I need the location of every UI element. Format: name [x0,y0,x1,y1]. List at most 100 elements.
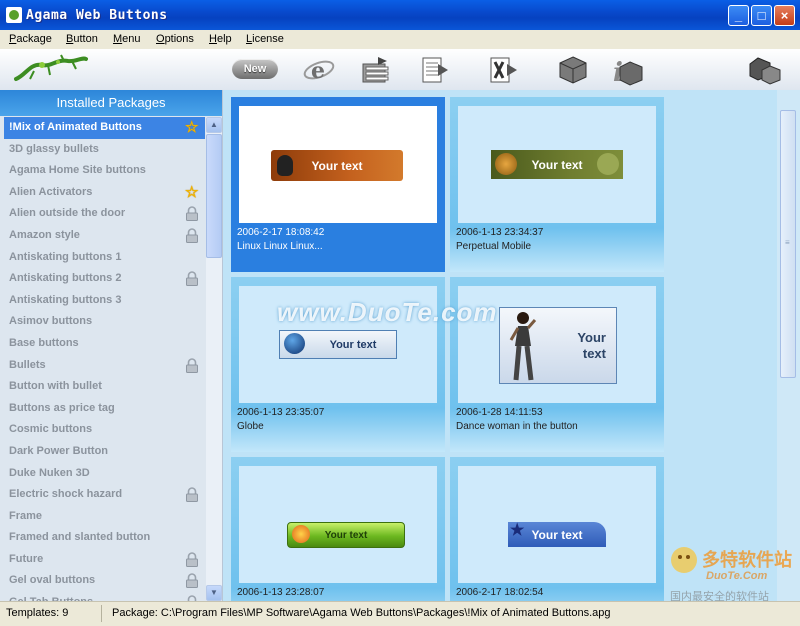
templates-count: Templates: 9 [6,607,69,619]
package-list-scrollbar[interactable]: ▲ ▼ [206,117,222,601]
lock-icon [186,228,198,243]
logo-sub: DuoTe.Com [706,570,768,582]
package-item-label: Asimov buttons [9,315,93,328]
template-card[interactable]: Your text 2006-1-13 23:34:37 Perpetual M… [450,97,664,272]
exit-icon[interactable] [748,54,782,86]
package-item[interactable]: Antiskating buttons 2 [4,268,205,290]
open-folder-icon[interactable] [360,54,394,86]
internet-explorer-icon[interactable]: e [302,54,336,86]
package-item[interactable]: Gel Tab Buttons [4,592,205,601]
package-item-label: Gel oval buttons [9,574,96,587]
menu-license[interactable]: License [246,33,284,45]
package-item[interactable]: Buttons as price tag [4,398,205,420]
template-name: Globe [237,421,264,432]
watermark: www.DuoTe.com [277,297,498,327]
package-item[interactable]: !Mix of Animated Buttons ☆ [4,117,205,139]
package-item-label: Agama Home Site buttons [9,164,146,177]
sample-button: Your text [287,522,405,548]
package-item[interactable]: Alien Activators ☆ [4,182,205,204]
package-item-label: Button with bullet [9,380,102,393]
status-bar: Templates: 9 Package: C:\Program Files\M… [0,601,800,626]
title-bar[interactable]: Agama Web Buttons _ □ × [0,0,800,30]
packages-header: Installed Packages [0,90,222,116]
package-item[interactable]: Alien outside the door [4,203,205,225]
new-button[interactable]: New [232,59,278,79]
info-icon[interactable]: i [610,54,644,86]
package-item-label: Bullets [9,358,46,371]
package-item[interactable]: Agama Home Site buttons [4,160,205,182]
menu-package[interactable]: Package [9,33,52,45]
menu-button[interactable]: Button [66,33,98,45]
close-button[interactable]: × [774,5,795,26]
template-card[interactable]: Your text 2006-1-13 23:28:07 [231,457,445,601]
sample-button-text: Your text [531,527,583,542]
package-item[interactable]: Base buttons [4,333,205,355]
package-item-label: Electric shock hazard [9,488,123,501]
template-date: 2006-2-17 18:02:54 [456,587,544,598]
sample-button-text: Your text [577,330,606,361]
dancer-icon [509,312,537,381]
package-item[interactable]: Bullets [4,355,205,377]
package-item[interactable]: Dark Power Button [4,441,205,463]
template-preview: ★ Your text [458,466,656,583]
package-item[interactable]: Amazon style [4,225,205,247]
package-item[interactable]: Cosmic buttons [4,419,205,441]
package-box-icon[interactable] [556,54,590,86]
package-item[interactable]: Antiskating buttons 3 [4,290,205,312]
package-item[interactable]: Future [4,549,205,571]
package-list[interactable]: !Mix of Animated Buttons ☆ 3D glassy bulle… [4,117,205,601]
gear-icon [495,153,517,175]
globe-icon [284,333,305,354]
package-item[interactable]: Button with bullet [4,376,205,398]
package-item[interactable]: Framed and slanted button [4,527,205,549]
package-item[interactable]: Antiskating buttons 1 [4,247,205,269]
sample-button-text: Your text [531,157,583,172]
template-name: Perpetual Mobile [456,241,532,252]
package-item[interactable]: Gel oval buttons [4,570,205,592]
package-item[interactable]: Asimov buttons [4,311,205,333]
lock-icon [186,271,198,287]
template-date: 2006-1-13 23:35:07 [237,407,325,418]
package-path: Package: C:\Program Files\MP Software\Ag… [112,607,611,619]
templates-scrollbar[interactable]: ≡ [777,90,800,601]
toolbar: New e i [0,49,800,91]
menu-menu[interactable]: Menu [113,33,141,45]
template-name: Linux Linux Linux... [237,241,323,252]
package-item-label: 3D glassy bullets [9,142,99,155]
lock-icon [186,206,198,222]
scroll-down-icon[interactable]: ▼ [206,585,222,601]
star-icon: ★ [510,522,525,539]
package-item[interactable]: Duke Nuken 3D [4,463,205,485]
lock-icon [186,552,198,567]
window-title: Agama Web Buttons [26,8,168,23]
logo-title: 多特软件站 [702,550,792,570]
package-item-label: Future [9,552,44,565]
package-item[interactable]: Electric shock hazard [4,484,205,506]
flower-icon [292,525,310,543]
app-icon [6,7,22,23]
menu-help[interactable]: Help [209,33,232,45]
template-card[interactable]: Your text 2006-2-17 18:08:42 Linux Linux… [231,97,445,272]
package-item-label: Alien Activators [9,185,93,198]
package-item[interactable]: Frame [4,506,205,528]
template-card[interactable]: ★ Your text 2006-2-17 18:02:54 [450,457,664,601]
package-item-label: Base buttons [9,336,79,349]
scroll-thumb[interactable] [206,134,222,258]
settings-tools-icon[interactable] [488,54,522,86]
sample-button-text: Your text [329,338,377,351]
sample-button-text: Your text [324,529,368,541]
mascot-icon [671,547,697,573]
minimize-button[interactable]: _ [728,5,749,26]
menu-options[interactable]: Options [156,33,194,45]
sample-button: Your text [491,150,623,179]
sample-button: Your text [499,307,617,384]
template-date: 2006-1-13 23:34:37 [456,227,544,238]
template-preview: Your text [239,106,437,223]
export-document-icon[interactable] [420,54,454,86]
package-item-label: Framed and slanted button [9,531,151,544]
package-item-label: Antiskating buttons 1 [9,250,122,263]
scroll-up-icon[interactable]: ▲ [206,117,222,133]
maximize-button[interactable]: □ [751,5,772,26]
package-item[interactable]: 3D glassy bullets [4,139,205,161]
template-date: 2006-1-13 23:28:07 [237,587,325,598]
